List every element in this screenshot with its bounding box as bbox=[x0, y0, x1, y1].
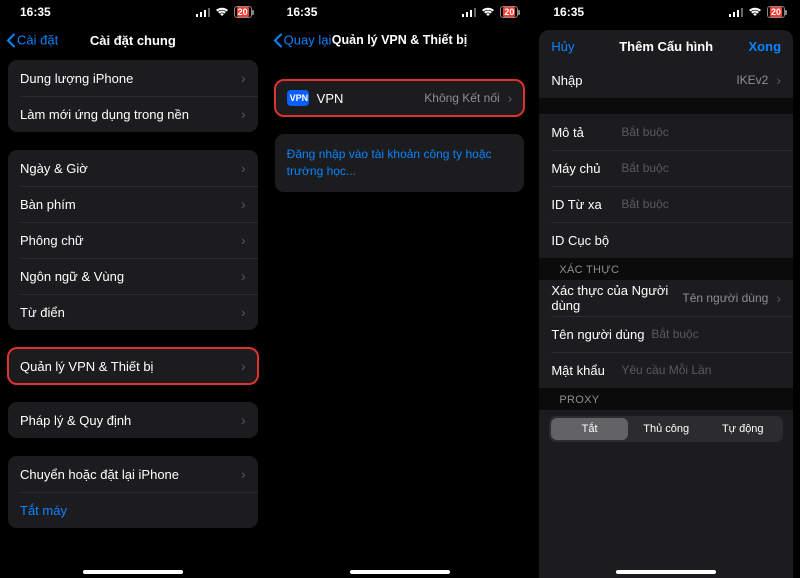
status-time: 16:35 bbox=[553, 5, 584, 19]
row-password[interactable]: Mật khẩu Yêu cầu Mỗi Lần bbox=[539, 352, 793, 388]
chevron-right-icon: › bbox=[776, 291, 781, 305]
status-bar: 16:35 20 bbox=[533, 0, 799, 24]
cancel-button[interactable]: Hủy bbox=[551, 39, 574, 54]
chevron-right-icon: › bbox=[241, 467, 246, 481]
screen-vpn-device-management: 16:35 20 Quay lại Quản lý VPN & Thiết bị… bbox=[267, 0, 534, 578]
settings-group: Ngày & Giờ › Bàn phím › Phông chữ › Ngôn… bbox=[8, 150, 258, 330]
signal-icon bbox=[729, 7, 743, 17]
row-local-id[interactable]: ID Cục bộ bbox=[539, 222, 793, 258]
signal-icon bbox=[462, 7, 476, 17]
row-remote-id[interactable]: ID Từ xa Bắt buộc bbox=[539, 186, 793, 222]
nav-bar: Cài đặt Cài đặt chung bbox=[0, 24, 266, 56]
battery-icon: 20 bbox=[234, 6, 252, 18]
chevron-right-icon: › bbox=[241, 107, 246, 121]
home-indicator[interactable] bbox=[83, 570, 183, 574]
settings-group: Pháp lý & Quy định › bbox=[8, 402, 258, 438]
row-server[interactable]: Máy chủ Bắt buộc bbox=[539, 150, 793, 186]
status-right: 20 bbox=[196, 6, 252, 18]
signal-icon bbox=[196, 7, 210, 17]
chevron-right-icon: › bbox=[241, 197, 246, 211]
row-transfer-reset[interactable]: Chuyển hoặc đặt lại iPhone › bbox=[8, 456, 258, 492]
modal-nav-bar: Hủy Thêm Cấu hình Xong bbox=[539, 30, 793, 62]
chevron-right-icon: › bbox=[241, 305, 246, 319]
config-group: Mô tả Bắt buộc Máy chủ Bắt buộc ID Từ xa… bbox=[539, 114, 793, 258]
modal-content: Nhập IKEv2 › Mô tả Bắt buộc Máy chủ Bắt … bbox=[539, 62, 793, 578]
row-background-refresh[interactable]: Làm mới ứng dụng trong nền › bbox=[8, 96, 258, 132]
battery-icon: 20 bbox=[767, 6, 785, 18]
status-time: 16:35 bbox=[287, 5, 318, 19]
chevron-right-icon: › bbox=[241, 269, 246, 283]
battery-icon: 20 bbox=[500, 6, 518, 18]
username-field[interactable]: Bắt buộc bbox=[651, 327, 698, 341]
remote-id-field[interactable]: Bắt buộc bbox=[621, 197, 668, 211]
server-field[interactable]: Bắt buộc bbox=[621, 161, 668, 175]
row-fonts[interactable]: Phông chữ › bbox=[8, 222, 258, 258]
back-button[interactable]: Cài đặt bbox=[6, 33, 58, 48]
status-right: 20 bbox=[729, 6, 785, 18]
modal-title: Thêm Cấu hình bbox=[619, 39, 713, 54]
signin-link[interactable]: Đăng nhập vào tài khoản công ty hoặc trư… bbox=[275, 134, 525, 192]
section-header-proxy: PROXY bbox=[539, 388, 793, 410]
home-indicator[interactable] bbox=[350, 570, 450, 574]
section-header-auth: XÁC THỰC bbox=[539, 258, 793, 280]
done-button[interactable]: Xong bbox=[749, 39, 782, 54]
home-indicator[interactable] bbox=[616, 570, 716, 574]
proxy-segmented-control: Tắt Thủ công Tự động bbox=[549, 416, 783, 442]
back-label: Quay lại bbox=[284, 33, 332, 48]
status-time: 16:35 bbox=[20, 5, 51, 19]
wifi-icon bbox=[748, 7, 762, 17]
nav-bar: Quay lại Quản lý VPN & Thiết bị bbox=[267, 24, 533, 56]
content: Dung lượng iPhone › Làm mới ứng dụng tro… bbox=[0, 56, 266, 578]
row-shutdown[interactable]: Tắt máy bbox=[8, 492, 258, 528]
password-field[interactable]: Yêu cầu Mỗi Lần bbox=[621, 363, 711, 377]
wifi-icon bbox=[481, 7, 495, 17]
settings-group: Dung lượng iPhone › Làm mới ứng dụng tro… bbox=[8, 60, 258, 132]
chevron-right-icon: › bbox=[241, 233, 246, 247]
auth-group: Xác thực của Người dùng Tên người dùng ›… bbox=[539, 280, 793, 388]
page-title: Cài đặt chung bbox=[90, 33, 176, 48]
row-type[interactable]: Nhập IKEv2 › bbox=[539, 62, 793, 98]
chevron-left-icon bbox=[273, 33, 282, 47]
page-title: Quản lý VPN & Thiết bị bbox=[332, 33, 467, 47]
row-keyboard[interactable]: Bàn phím › bbox=[8, 186, 258, 222]
chevron-right-icon: › bbox=[241, 161, 246, 175]
chevron-right-icon: › bbox=[241, 359, 246, 373]
description-field[interactable]: Bắt buộc bbox=[621, 125, 668, 139]
segment-manual[interactable]: Thủ công bbox=[628, 418, 705, 440]
back-button[interactable]: Quay lại bbox=[273, 33, 332, 48]
chevron-right-icon: › bbox=[241, 71, 246, 85]
row-vpn-device-management[interactable]: Quản lý VPN & Thiết bị › bbox=[8, 348, 258, 384]
row-username[interactable]: Tên người dùng Bắt buộc bbox=[539, 316, 793, 352]
row-iphone-storage[interactable]: Dung lượng iPhone › bbox=[8, 60, 258, 96]
status-bar: 16:35 20 bbox=[0, 0, 266, 24]
row-user-auth[interactable]: Xác thực của Người dùng Tên người dùng › bbox=[539, 280, 793, 316]
screen-add-configuration: 16:35 20 Hủy Thêm Cấu hình Xong Nhập IKE… bbox=[533, 0, 800, 578]
status-bar: 16:35 20 bbox=[267, 0, 533, 24]
segment-auto[interactable]: Tự động bbox=[704, 418, 781, 440]
row-vpn[interactable]: VPN VPN Không Kết nối › bbox=[275, 80, 525, 116]
chevron-left-icon bbox=[6, 33, 15, 47]
chevron-right-icon: › bbox=[776, 73, 781, 87]
chevron-right-icon: › bbox=[508, 91, 513, 105]
segment-off[interactable]: Tắt bbox=[551, 418, 628, 440]
row-date-time[interactable]: Ngày & Giờ › bbox=[8, 150, 258, 186]
content: VPN VPN Không Kết nối › Đăng nhập vào tà… bbox=[267, 56, 533, 578]
back-label: Cài đặt bbox=[17, 33, 58, 48]
status-right: 20 bbox=[462, 6, 518, 18]
config-group: Nhập IKEv2 › bbox=[539, 62, 793, 98]
row-dictionary[interactable]: Từ điển › bbox=[8, 294, 258, 330]
row-description[interactable]: Mô tả Bắt buộc bbox=[539, 114, 793, 150]
vpn-group-highlighted: VPN VPN Không Kết nối › bbox=[275, 80, 525, 116]
row-legal[interactable]: Pháp lý & Quy định › bbox=[8, 402, 258, 438]
vpn-badge-icon: VPN bbox=[287, 90, 309, 106]
row-language-region[interactable]: Ngôn ngữ & Vùng › bbox=[8, 258, 258, 294]
wifi-icon bbox=[215, 7, 229, 17]
chevron-right-icon: › bbox=[241, 413, 246, 427]
settings-group: Chuyển hoặc đặt lại iPhone › Tắt máy bbox=[8, 456, 258, 528]
screen-general-settings: 16:35 20 Cài đặt Cài đặt chung Dung lượn… bbox=[0, 0, 267, 578]
settings-group-highlighted: Quản lý VPN & Thiết bị › bbox=[8, 348, 258, 384]
